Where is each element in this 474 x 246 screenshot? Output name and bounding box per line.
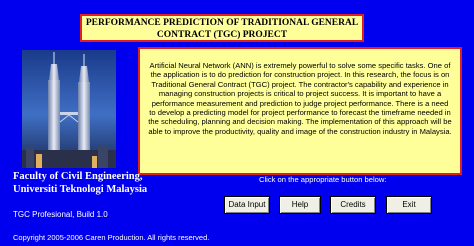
credits-button[interactable]: Credits: [330, 196, 376, 214]
faculty-label: Faculty of Civil Engineering, Universiti…: [13, 170, 147, 196]
help-button[interactable]: Help: [279, 196, 321, 214]
copyright-label: Copyright 2005-2006 Caren Production. Al…: [13, 233, 210, 242]
description-panel: Artificial Neural Network (ANN) is extre…: [138, 47, 462, 175]
twin-towers-image: [22, 50, 116, 168]
page-title: PERFORMANCE PREDICTION OF TRADITIONAL GE…: [80, 14, 364, 42]
build-label: TGC Profesional, Build 1.0: [13, 210, 108, 219]
instruction-label: Click on the appropriate button below:: [259, 175, 387, 184]
faculty-line-2: Universiti Teknologi Malaysia: [13, 184, 148, 195]
main-window: PERFORMANCE PREDICTION OF TRADITIONAL GE…: [0, 0, 474, 246]
exit-button[interactable]: Exit: [386, 196, 432, 214]
faculty-line-1: Faculty of Civil Engineering,: [13, 171, 143, 182]
tower-illustration: [22, 50, 116, 168]
data-input-button[interactable]: Data Input: [224, 196, 270, 214]
